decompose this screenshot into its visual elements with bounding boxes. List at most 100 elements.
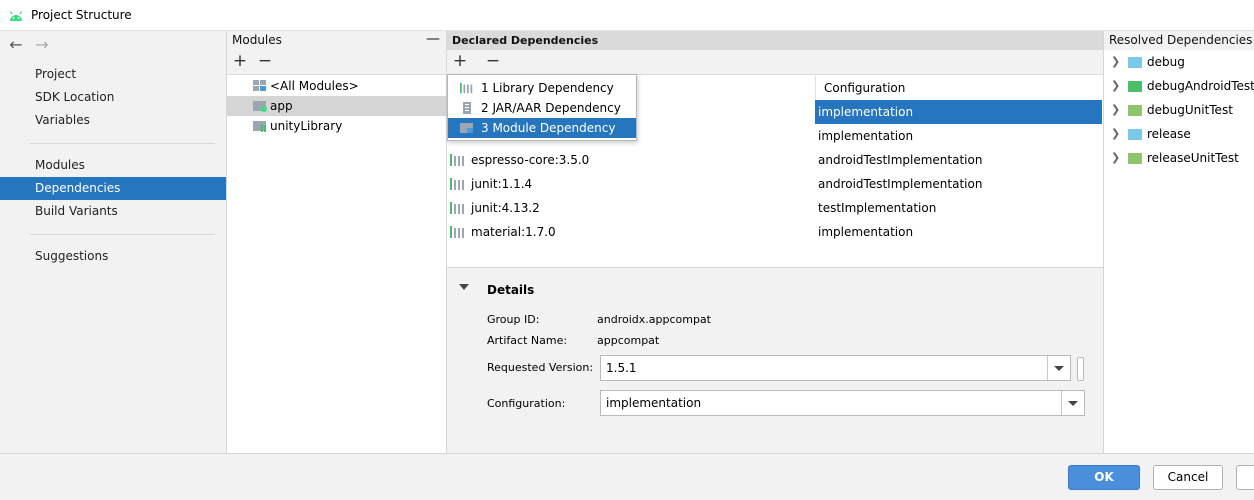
chevron-right-icon[interactable]: ❯: [1111, 98, 1120, 122]
modules-panel: Modules — + − <All Modules> app unityLib…: [227, 31, 447, 453]
module-label: app: [270, 99, 293, 113]
add-module-button[interactable]: +: [230, 51, 250, 71]
dependency-row[interactable]: junit:4.13.2 testImplementation: [447, 196, 1103, 220]
all-modules-icon: [253, 80, 266, 91]
resolved-header: Resolved Dependencies: [1104, 31, 1254, 50]
library-icon: [460, 82, 473, 94]
resolved-title: Resolved Dependencies: [1109, 33, 1253, 47]
library-icon: [450, 202, 464, 214]
details-section: Details Group ID: androidx.appcompat Art…: [447, 267, 1103, 453]
add-dependency-button[interactable]: +: [450, 51, 470, 71]
column-header-configuration[interactable]: Configuration: [815, 76, 1103, 100]
library-icon: [450, 154, 464, 166]
resolved-item-label: release: [1147, 127, 1191, 141]
android-icon: [9, 11, 23, 21]
version-edit-handle[interactable]: [1077, 357, 1084, 381]
dependency-configuration: androidTestImplementation: [818, 177, 983, 191]
module-item-app[interactable]: app: [227, 96, 446, 116]
collapse-triangle-icon[interactable]: [459, 284, 469, 290]
resolved-item-label: debugAndroidTest: [1147, 79, 1254, 93]
remove-dependency-button[interactable]: −: [483, 51, 503, 71]
menu-item-label: 3 Module Dependency: [481, 121, 616, 135]
module-folder-icon: [460, 123, 473, 133]
dependency-configuration: implementation: [818, 225, 914, 239]
resolved-item-label: debug: [1147, 55, 1185, 69]
folder-icon: [1128, 129, 1142, 140]
module-item-all[interactable]: <All Modules>: [227, 76, 446, 96]
dependency-configuration: implementation: [818, 105, 914, 119]
resolved-item-label: debugUnitTest: [1147, 103, 1233, 117]
back-arrow-icon[interactable]: ←: [8, 35, 24, 54]
dependency-name: material:1.7.0: [471, 225, 556, 239]
group-id-label: Group ID:: [487, 313, 540, 326]
resolved-dependencies-panel: Resolved Dependencies ❯ debug ❯ debugAndroi…: [1104, 31, 1254, 453]
dropdown-arrow-icon[interactable]: [1061, 391, 1084, 415]
nav-item-dependencies[interactable]: Dependencies: [0, 177, 226, 200]
dropdown-arrow-icon[interactable]: [1047, 356, 1070, 380]
modules-header: Modules —: [227, 31, 446, 50]
dependency-row[interactable]: junit:1.1.4 androidTestImplementation: [447, 172, 1103, 196]
add-dependency-menu: 1 Library Dependency 2 JAR/AAR Dependenc…: [447, 74, 637, 141]
chevron-right-icon[interactable]: ❯: [1111, 146, 1120, 170]
resolved-item[interactable]: ❯ releaseUnitTest: [1104, 146, 1254, 170]
menu-item-library-dependency[interactable]: 1 Library Dependency: [448, 78, 636, 98]
nav-item-suggestions[interactable]: Suggestions: [0, 245, 226, 268]
modules-toolbar: + −: [227, 50, 446, 75]
menu-item-label: 2 JAR/AAR Dependency: [481, 101, 621, 115]
remove-module-button[interactable]: −: [255, 51, 275, 71]
folder-icon: [1128, 81, 1142, 92]
apply-button[interactable]: [1236, 465, 1254, 490]
nav-divider: [30, 234, 215, 235]
nav-item-modules[interactable]: Modules: [0, 154, 226, 177]
dependency-name: junit:4.13.2: [471, 201, 540, 215]
menu-item-module-dependency[interactable]: 3 Module Dependency: [448, 118, 636, 138]
left-nav: ← → Project SDK Location Variables Modul…: [0, 31, 227, 453]
module-label: unityLibrary: [270, 119, 343, 133]
requested-version-combo[interactable]: 1.5.1: [600, 355, 1071, 381]
chevron-right-icon[interactable]: ❯: [1111, 50, 1120, 74]
declared-header: Declared Dependencies: [447, 31, 1103, 50]
collapse-icon[interactable]: —: [426, 30, 440, 49]
nav-item-sdk-location[interactable]: SDK Location: [0, 86, 226, 109]
cancel-button[interactable]: Cancel: [1153, 465, 1223, 490]
resolved-item[interactable]: ❯ release: [1104, 122, 1254, 146]
library-icon: [450, 226, 464, 238]
forward-arrow-icon[interactable]: →: [34, 35, 50, 54]
resolved-item[interactable]: ❯ debugAndroidTest: [1104, 74, 1254, 98]
chevron-right-icon[interactable]: ❯: [1111, 122, 1120, 146]
resolved-item[interactable]: ❯ debugUnitTest: [1104, 98, 1254, 122]
ok-button[interactable]: OK: [1068, 465, 1140, 490]
module-folder-icon: [253, 101, 267, 112]
folder-icon: [1128, 57, 1142, 68]
details-title: Details: [487, 283, 535, 297]
dependency-row[interactable]: material:1.7.0 implementation: [447, 220, 1103, 244]
dependency-row[interactable]: espresso-core:3.5.0 androidTestImplement…: [447, 148, 1103, 172]
menu-item-jar-aar-dependency[interactable]: 2 JAR/AAR Dependency: [448, 98, 636, 118]
nav-divider: [30, 143, 215, 144]
nav-item-build-variants[interactable]: Build Variants: [0, 200, 226, 223]
chevron-right-icon[interactable]: ❯: [1111, 74, 1120, 98]
dependency-configuration: implementation: [818, 129, 914, 143]
module-item-unitylibrary[interactable]: unityLibrary: [227, 116, 446, 136]
dependency-name: junit:1.1.4: [471, 177, 533, 191]
requested-version-label: Requested Version:: [487, 361, 594, 374]
folder-icon: [1128, 153, 1142, 164]
dependency-name: espresso-core:3.5.0: [471, 153, 590, 167]
artifact-name-value: appcompat: [597, 334, 660, 347]
group-id-value: androidx.appcompat: [597, 313, 711, 326]
declared-title: Declared Dependencies: [452, 34, 599, 47]
title-bar: Project Structure: [0, 0, 1254, 31]
dependency-configuration: androidTestImplementation: [818, 153, 983, 167]
configuration-value: implementation: [606, 396, 702, 410]
resolved-item[interactable]: ❯ debug: [1104, 50, 1254, 74]
resolved-item-label: releaseUnitTest: [1147, 151, 1239, 165]
nav-item-variables[interactable]: Variables: [0, 109, 226, 132]
library-module-icon: [253, 121, 266, 132]
configuration-combo[interactable]: implementation: [600, 390, 1085, 416]
modules-title: Modules: [232, 33, 282, 47]
artifact-name-label: Artifact Name:: [487, 334, 568, 347]
declared-toolbar: + −: [447, 50, 1103, 75]
dependency-configuration: testImplementation: [818, 201, 937, 215]
module-label: <All Modules>: [270, 79, 359, 93]
nav-item-project[interactable]: Project: [0, 63, 226, 86]
